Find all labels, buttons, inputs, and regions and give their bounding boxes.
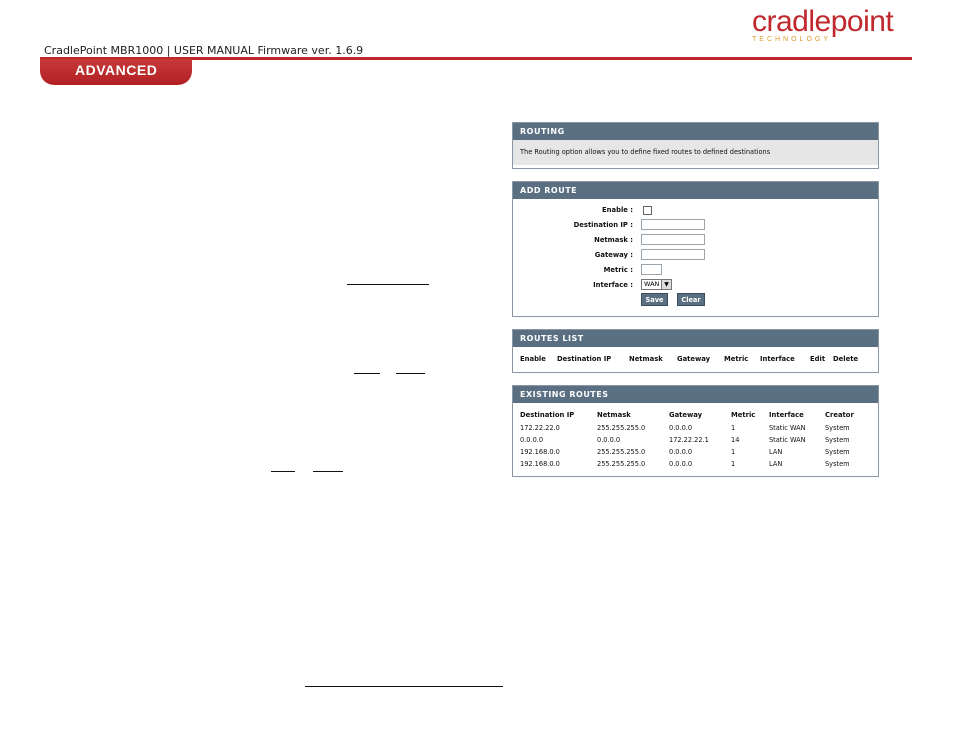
metric-row: Metric : [513,263,878,278]
table-cell: 0.0.0.0 [669,448,693,456]
column-header-destination-ip: Destination IP [557,355,612,363]
logo-tagline: TECHNOLOGY [752,36,832,43]
interface-row: Interface : WAN ▼ [513,278,878,293]
table-cell: Static WAN [769,424,806,432]
netmask-input[interactable] [641,234,705,245]
underline-mark [396,373,425,374]
existing-routes-panel-title: EXISTING ROUTES [513,386,878,403]
interface-select-value: WAN [644,280,660,288]
cradlepoint-logo: cradlepoint TECHNOLOGY [752,6,902,46]
document-header-title: CradlePoint MBR1000 | USER MANUAL Firmwa… [44,44,364,57]
gateway-input[interactable] [641,249,705,260]
table-cell: 14 [731,436,740,444]
table-cell: System [825,436,850,444]
clear-button[interactable]: Clear [677,293,705,306]
section-tab-label: ADVANCED [75,62,158,78]
destination-ip-row: Destination IP : [513,218,878,233]
column-header-delete: Delete [833,355,859,363]
metric-label: Metric : [603,266,633,274]
add-route-panel-title: ADD ROUTE [513,182,878,199]
interface-select[interactable]: WAN ▼ [641,279,672,290]
table-cell: 0.0.0.0 [669,460,693,468]
column-header-netmask: Netmask [597,411,631,419]
underline-mark [347,284,429,285]
table-cell: 1 [731,424,736,432]
column-header-interface: Interface [769,411,804,419]
underline-mark [271,471,295,472]
table-cell: Static WAN [769,436,806,444]
column-header-destination-ip: Destination IP [520,411,575,419]
save-button[interactable]: Save [641,293,668,306]
column-header-edit: Edit [810,355,826,363]
table-cell: LAN [769,448,783,456]
table-cell: 255.255.255.0 [597,460,646,468]
column-header-gateway: Gateway [669,411,703,419]
table-cell: 1 [731,448,736,456]
netmask-label: Netmask : [594,236,633,244]
metric-input[interactable] [641,264,662,275]
table-cell: 172.22.22.1 [669,436,709,444]
table-cell: 192.168.0.0 [520,448,560,456]
table-cell: System [825,460,850,468]
table-cell: 1 [731,460,736,468]
table-cell: 255.255.255.0 [597,448,646,456]
interface-label: Interface : [593,281,633,289]
underline-mark [313,471,343,472]
table-cell: 172.22.22.0 [520,424,560,432]
add-route-panel: ADD ROUTE Enable : Destination IP : Netm… [512,181,879,317]
routes-list-panel: ROUTES LIST Enable Destination IP Netmas… [512,329,879,373]
destination-ip-label: Destination IP : [573,221,633,229]
chevron-down-icon[interactable]: ▼ [661,280,671,289]
column-header-netmask: Netmask [629,355,663,363]
logo-wordmark: cradlepoint [752,5,894,38]
table-cell: 192.168.0.0 [520,460,560,468]
table-cell: 0.0.0.0 [597,436,621,444]
routes-list-panel-title: ROUTES LIST [513,330,878,347]
section-tab: ADVANCED [40,59,192,85]
table-cell: 255.255.255.0 [597,424,646,432]
column-header-gateway: Gateway [677,355,711,363]
column-header-creator: Creator [825,411,854,419]
netmask-row: Netmask : [513,233,878,248]
column-header-metric: Metric [724,355,749,363]
underline-mark [305,686,503,687]
routing-panel-title: ROUTING [513,123,878,140]
table-cell: System [825,448,850,456]
table-cell: System [825,424,850,432]
table-cell: 0.0.0.0 [520,436,544,444]
table-cell: 0.0.0.0 [669,424,693,432]
gateway-label: Gateway : [594,251,633,259]
gateway-row: Gateway : [513,248,878,263]
column-header-interface: Interface [760,355,795,363]
destination-ip-input[interactable] [641,219,705,230]
routing-description: The Routing option allows you to define … [513,140,878,165]
existing-routes-panel: EXISTING ROUTES Destination IP Netmask G… [512,385,879,477]
column-header-enable: Enable [520,355,546,363]
column-header-metric: Metric [731,411,756,419]
table-cell: LAN [769,460,783,468]
underline-mark [354,373,380,374]
routing-panel: ROUTING The Routing option allows you to… [512,122,879,169]
enable-label: Enable : [602,206,633,214]
enable-checkbox[interactable] [643,206,652,215]
enable-row: Enable : [513,203,878,218]
